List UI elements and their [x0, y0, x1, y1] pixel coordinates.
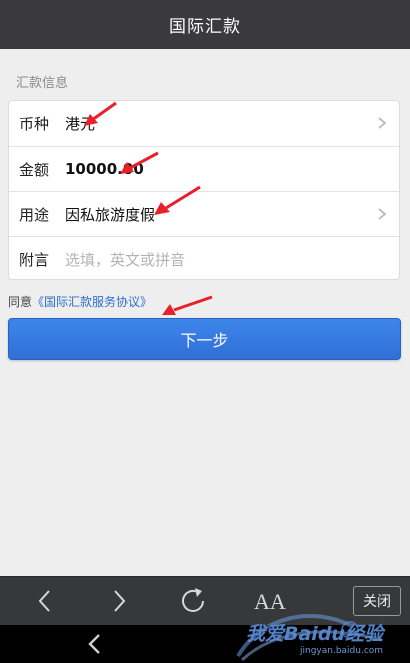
watermark-text: 我爱Baidu经验: [246, 623, 383, 645]
currency-value: 港元: [65, 115, 96, 133]
agreement-line: 同意《国际汇款服务协议》: [8, 293, 152, 310]
note-label: 附言: [19, 250, 50, 269]
note-row[interactable]: 附言 选填，英文或拼音: [9, 236, 399, 281]
purpose-row[interactable]: 用途 因私旅游度假: [9, 191, 399, 236]
page-title: 国际汇款: [169, 17, 241, 37]
chevron-right-icon: [378, 117, 387, 129]
amount-value: 10000.00: [65, 160, 144, 178]
font-size-button[interactable]: AA: [254, 589, 286, 615]
back-icon[interactable]: [30, 586, 60, 616]
watermark-subtext: jingyan.baidu.com: [300, 646, 384, 656]
purpose-value: 因私旅游度假: [65, 205, 156, 224]
currency-row[interactable]: 币种 港元: [9, 101, 399, 146]
chevron-right-icon: [378, 208, 387, 220]
currency-label: 币种: [19, 115, 50, 133]
title-bar: 国际汇款: [0, 0, 410, 49]
section-label: 汇款信息: [16, 76, 69, 91]
amount-row[interactable]: 金额 10000.00: [9, 146, 399, 191]
close-button[interactable]: 关闭: [353, 586, 401, 616]
note-input[interactable]: 选填，英文或拼音: [65, 249, 185, 270]
amount-label: 金额: [19, 160, 50, 179]
forward-icon[interactable]: [104, 586, 134, 616]
agreement-link[interactable]: 《国际汇款服务协议》: [32, 295, 152, 309]
next-step-button[interactable]: 下一步: [8, 318, 401, 360]
remittance-form: 币种 港元 金额 10000.00 用途 因私旅游度假 附言 选填，英文或拼音: [8, 100, 400, 280]
annotation-arrow-icon: [162, 295, 213, 315]
purpose-label: 用途: [19, 205, 50, 224]
font-size-label: AA: [254, 589, 286, 614]
agreement-prefix: 同意: [8, 295, 33, 309]
system-back-icon[interactable]: [84, 632, 106, 656]
refresh-icon[interactable]: [178, 586, 208, 616]
